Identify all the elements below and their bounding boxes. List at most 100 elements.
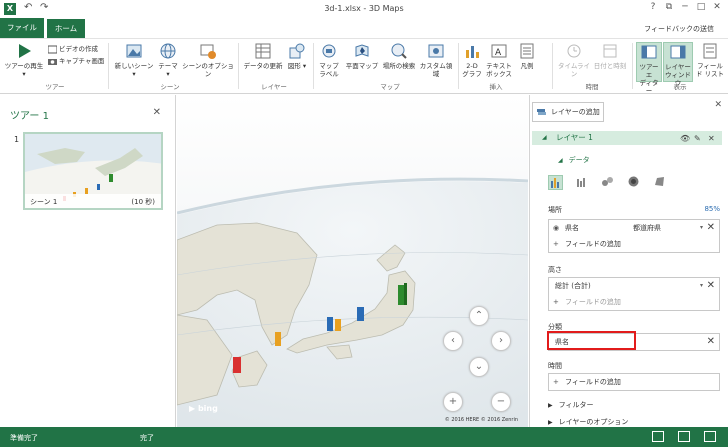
collapse-triangle-icon: ◢: [558, 157, 563, 164]
create-video-label: ビデオの作成: [59, 45, 98, 53]
group-label-view: 表示: [673, 83, 687, 91]
heatmap-type-button[interactable]: [626, 175, 641, 190]
scene-duration: (10 秒): [131, 198, 155, 206]
fullscreen-icon[interactable]: [678, 431, 690, 442]
remove-field-icon[interactable]: ✕: [707, 335, 715, 349]
text-box-button[interactable]: A テキスト ボックス: [484, 42, 514, 78]
feedback-link[interactable]: フィードバックの送信: [644, 24, 714, 34]
expand-triangle-icon: ▶: [548, 402, 553, 409]
location-type-select[interactable]: 都道府県: [633, 220, 661, 236]
add-field-row[interactable]: + フィールドの追加: [549, 236, 719, 252]
maximize-button[interactable]: □: [694, 2, 708, 12]
tour-editor-button[interactable]: ツアー エ ディター: [636, 42, 662, 95]
stacked-column-type-button[interactable]: [548, 175, 563, 190]
close-button[interactable]: ✕: [710, 2, 724, 12]
custom-regions-icon: [428, 44, 444, 58]
new-scene-label: 新しいシーン: [114, 62, 154, 70]
play-icon: [19, 44, 31, 58]
tour-title[interactable]: ツアー 1: [10, 107, 49, 122]
capture-screen-button[interactable]: キャプチャ画面: [48, 55, 104, 66]
add-layer-button[interactable]: レイヤーの追加: [532, 102, 604, 122]
custom-regions-button[interactable]: カスタム領域: [418, 42, 454, 78]
zoom-in-button[interactable]: +: [443, 392, 463, 412]
pan-right-button[interactable]: ›: [491, 331, 511, 351]
scene-thumbnail[interactable]: シーン 1 (10 秒): [23, 132, 163, 210]
tab-file[interactable]: ファイル: [0, 18, 44, 38]
legend-label: 凡例: [520, 62, 534, 70]
layer-pane-button[interactable]: レイヤー ウィンドウ: [663, 42, 693, 87]
add-field-row[interactable]: + フィールドの追加: [549, 294, 719, 310]
minimize-button[interactable]: ─: [678, 2, 692, 12]
help-button[interactable]: ?: [646, 2, 660, 12]
height-field-box: 総計 (合計) ▾ ✕ + フィールドの追加: [548, 277, 720, 311]
scene-options-button[interactable]: シーンのオプション: [182, 42, 234, 78]
new-scene-button[interactable]: 新しいシーン ▾: [112, 42, 156, 78]
location-confidence[interactable]: 85%: [704, 205, 720, 213]
find-location-button[interactable]: 場所の検索: [381, 42, 417, 70]
camera-icon: [48, 58, 57, 65]
map-labels-button[interactable]: マップ ラベル: [315, 42, 343, 78]
shapes-label: 図形: [287, 62, 301, 70]
timeline-button[interactable]: タイムライン: [556, 42, 592, 78]
play-tour-button[interactable]: ツアーの再生 ▾: [4, 42, 44, 78]
refresh-data-button[interactable]: データの更新: [242, 42, 284, 70]
chevron-down-icon[interactable]: ▾: [700, 278, 703, 294]
radio-icon[interactable]: ◉: [553, 220, 559, 236]
filter-section-header[interactable]: ▶ フィルター: [548, 400, 594, 410]
remove-field-icon[interactable]: ✕: [707, 279, 715, 293]
chart-2d-button[interactable]: 2-D グラフ: [461, 42, 483, 78]
restore-icon[interactable]: ⧉: [662, 2, 676, 12]
layer-name[interactable]: レイヤー 1: [556, 133, 593, 142]
legend-button[interactable]: 凡例: [516, 42, 538, 70]
bubble-icon: [602, 177, 613, 186]
window-title: 3d-1.xlsx - 3D Maps: [324, 4, 404, 13]
eye-icon[interactable]: 👁: [680, 132, 690, 146]
collapse-triangle-icon[interactable]: ◢: [542, 131, 547, 145]
height-field-row[interactable]: 総計 (合計) ▾ ✕: [549, 278, 719, 294]
add-field-label: フィールドの追加: [565, 298, 621, 306]
data-section-label: データ: [568, 156, 590, 164]
region-type-button[interactable]: [652, 175, 667, 190]
flat-map-button[interactable]: 平面マップ: [344, 42, 380, 70]
layer-pane-close-icon[interactable]: ✕: [714, 100, 722, 110]
pan-down-button[interactable]: ⌄: [469, 357, 489, 377]
layer-options-section-label: レイヤーのオプション: [558, 418, 629, 426]
tab-home[interactable]: ホーム: [47, 19, 85, 38]
pencil-icon[interactable]: ✎: [694, 132, 701, 146]
layer-options-section-header[interactable]: ▶ レイヤーのオプション: [548, 417, 628, 427]
location-field-box: ◉ 県名 都道府県 ▾ ✕ + フィールドの追加: [548, 219, 720, 253]
map-bar[interactable]: [275, 332, 281, 346]
delete-layer-icon[interactable]: ✕: [708, 132, 715, 146]
map-bar[interactable]: [357, 307, 364, 321]
bubble-type-button[interactable]: [600, 175, 615, 190]
map-viewport[interactable]: ⌃ ‹ › ⌄ + − ▶ bing © 2016 HERE © 2016 Ze…: [177, 95, 528, 427]
chevron-down-icon[interactable]: ▾: [700, 220, 703, 236]
tour-panel-close-icon[interactable]: ✕: [153, 107, 161, 118]
highlight-box: [547, 331, 636, 350]
map-view-icon[interactable]: [704, 431, 716, 442]
shapes-button[interactable]: 図形 ▾: [286, 42, 308, 70]
group-separator: [458, 43, 459, 89]
refresh-icon: [255, 43, 271, 59]
remove-field-icon[interactable]: ✕: [707, 221, 715, 235]
theme-button[interactable]: テーマ ▾: [156, 42, 180, 78]
clustered-column-type-button[interactable]: [574, 175, 589, 190]
field-list-button[interactable]: フィール ド リスト: [695, 42, 725, 78]
map-bar[interactable]: [233, 357, 241, 373]
pan-up-button[interactable]: ⌃: [469, 306, 489, 326]
data-section-header[interactable]: ◢ データ: [558, 155, 590, 165]
layer-header[interactable]: ◢ レイヤー 1 👁 ✎ ✕: [532, 131, 722, 145]
create-video-button[interactable]: ビデオの作成: [48, 43, 98, 54]
zoom-out-button[interactable]: −: [491, 392, 511, 412]
screenshot-icon[interactable]: [652, 431, 664, 442]
filter-section-label: フィルター: [558, 401, 594, 409]
map-bar[interactable]: [327, 317, 333, 331]
pan-left-button[interactable]: ‹: [443, 331, 463, 351]
add-layer-label: レイヤーの追加: [551, 108, 600, 116]
map-bar[interactable]: [398, 283, 407, 305]
date-time-button[interactable]: 日付と時刻: [592, 42, 628, 70]
bing-logo-text: bing: [197, 404, 218, 413]
add-field-row[interactable]: + フィールドの追加: [549, 374, 719, 390]
location-field-row[interactable]: ◉ 県名 都道府県 ▾ ✕: [549, 220, 719, 236]
map-bar[interactable]: [335, 319, 341, 331]
